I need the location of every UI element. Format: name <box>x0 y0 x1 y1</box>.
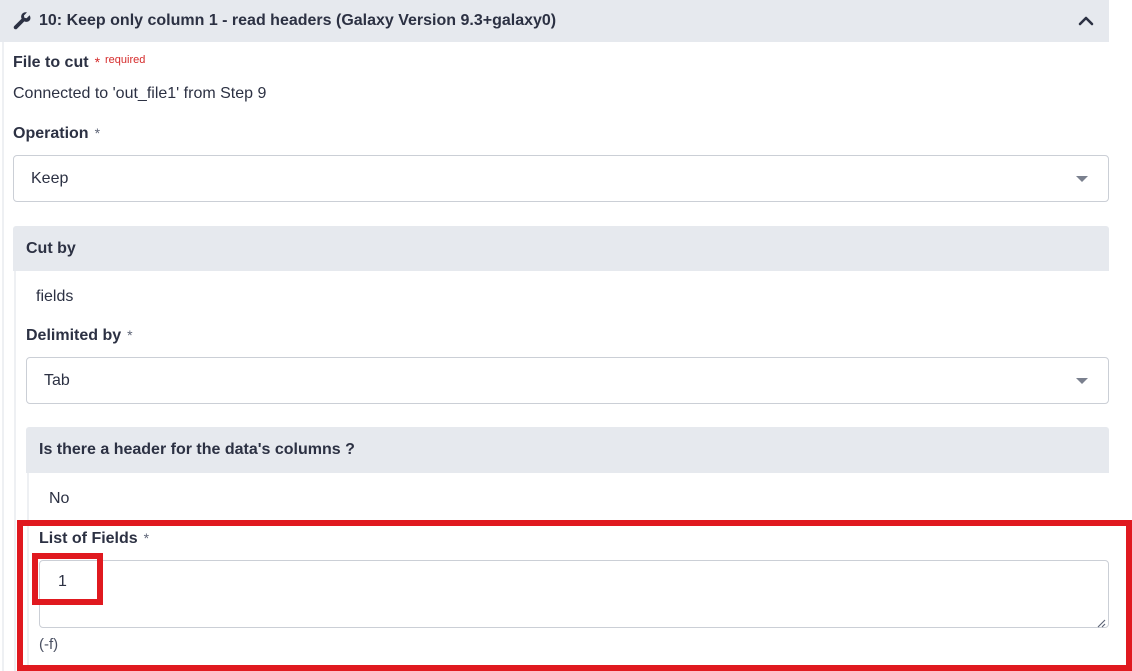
list-of-fields-highlight-box <box>17 520 1132 671</box>
operation-label: Operation <box>13 125 89 142</box>
tool-step-header[interactable]: 10: Keep only column 1 - read headers (G… <box>0 0 1109 42</box>
delimited-by-label: Delimited by <box>26 327 122 344</box>
delimited-by-selected-value: Tab <box>44 371 70 389</box>
operation-label-row: Operation * <box>13 125 100 143</box>
wrench-icon <box>12 11 32 31</box>
cut-by-title: Cut by <box>26 239 76 257</box>
file-to-cut-label: File to cut <box>13 54 89 71</box>
cut-by-value: fields <box>36 288 74 305</box>
panel-left-border <box>2 42 4 671</box>
cut-by-section-border <box>14 271 16 671</box>
caret-down-icon <box>1076 377 1088 384</box>
chevron-up-icon[interactable] <box>1077 12 1095 30</box>
header-question-value: No <box>49 490 70 507</box>
operation-selected-value: Keep <box>31 169 69 187</box>
header-question-section-header[interactable]: Is there a header for the data's columns… <box>26 427 1109 473</box>
delimited-by-label-row: Delimited by * <box>26 327 133 345</box>
required-star: * <box>127 327 133 343</box>
required-star: * <box>94 54 101 70</box>
tool-step-title: 10: Keep only column 1 - read headers (G… <box>39 12 557 29</box>
caret-down-icon <box>1076 175 1088 182</box>
file-to-cut-connection: Connected to 'out_file1' from Step 9 <box>13 85 267 102</box>
header-question-title: Is there a header for the data's columns… <box>39 441 355 458</box>
operation-select[interactable]: Keep <box>13 155 1109 202</box>
cut-by-section-header[interactable]: Cut by <box>13 226 1109 271</box>
required-star: * <box>94 125 101 141</box>
required-text: required <box>105 54 146 66</box>
field-value-highlight-box <box>32 553 103 605</box>
file-to-cut-label-row: File to cut * required <box>13 54 145 72</box>
delimited-by-select[interactable]: Tab <box>26 357 1109 404</box>
